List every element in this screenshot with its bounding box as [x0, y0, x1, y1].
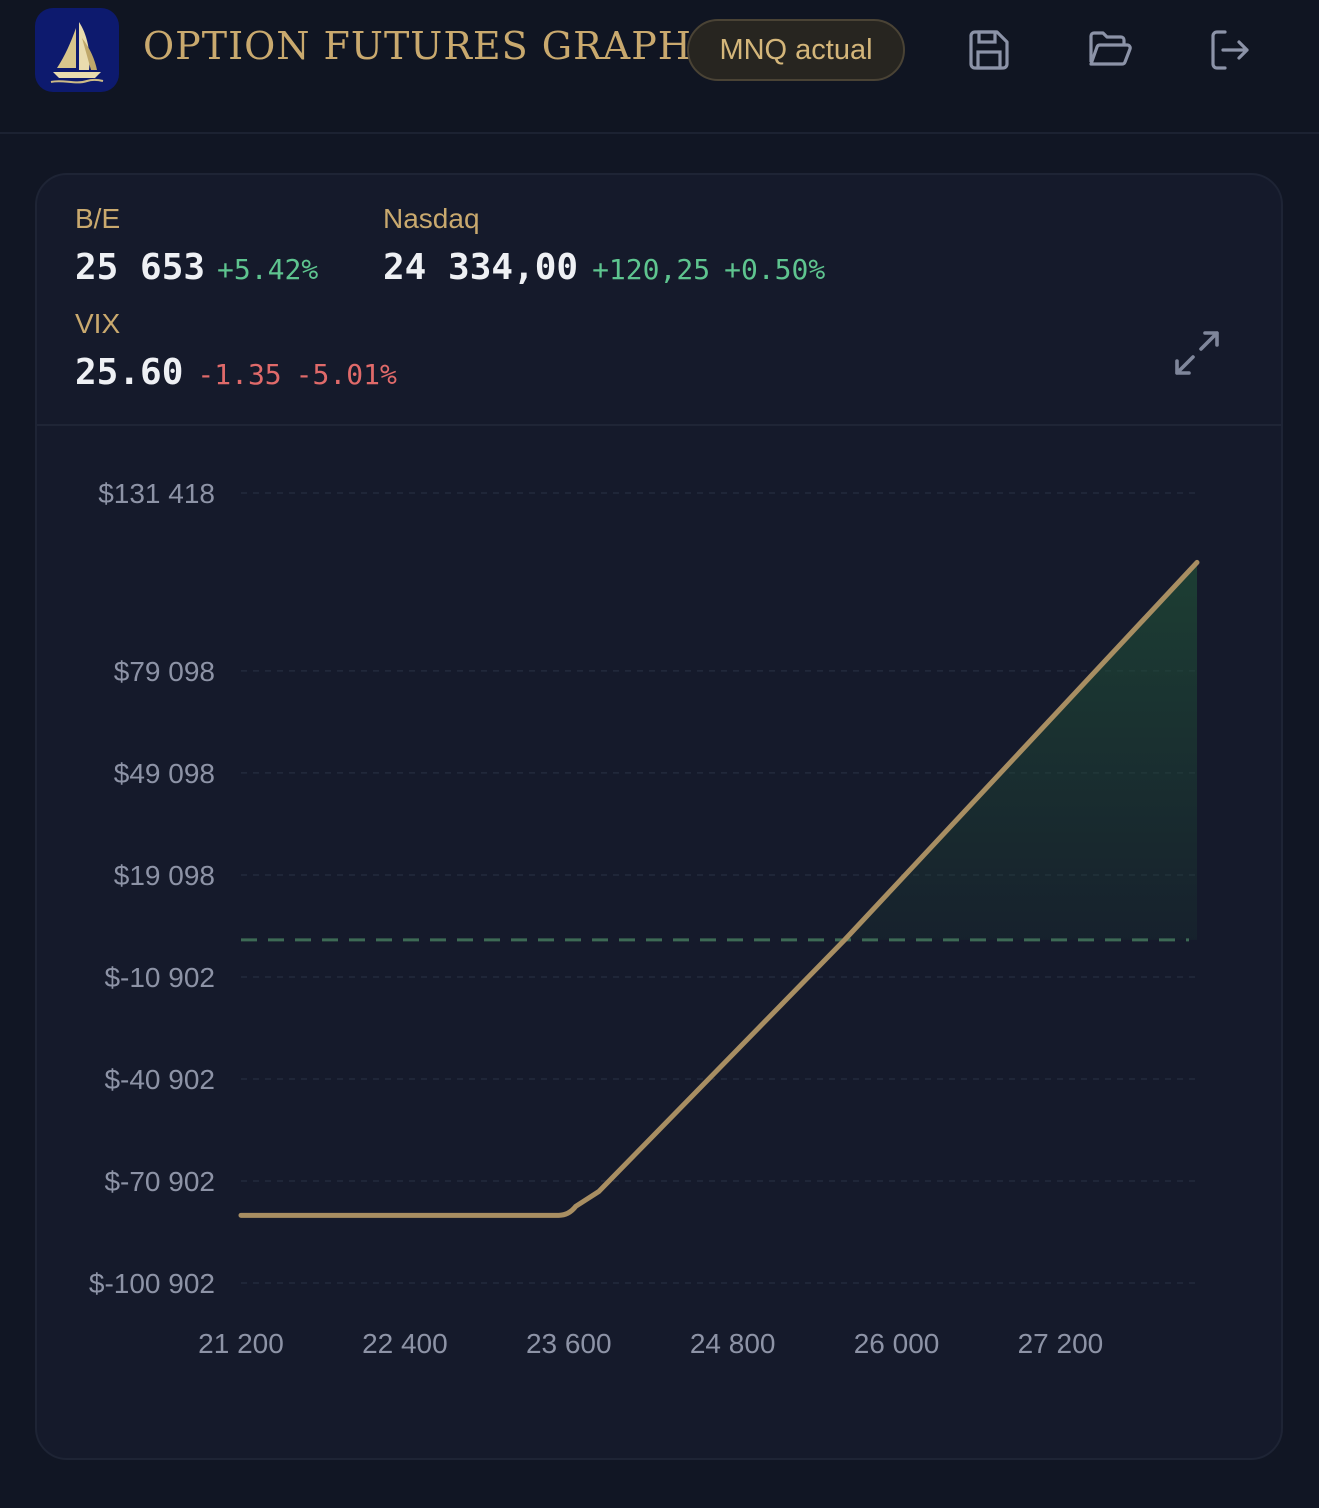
- save-icon: [969, 30, 1009, 70]
- save-button[interactable]: [961, 22, 1017, 78]
- y-tick-label: $-70 902: [104, 1166, 215, 1197]
- folder-open-icon: [1089, 31, 1132, 66]
- logout-icon: [1211, 30, 1249, 70]
- y-tick-label: $49 098: [114, 758, 215, 789]
- contract-badge[interactable]: MNQ actual: [687, 19, 905, 81]
- logout-button[interactable]: [1201, 22, 1257, 78]
- y-tick-label: $131 418: [98, 478, 215, 509]
- open-button[interactable]: [1081, 22, 1137, 78]
- app-header: OPTION FUTURES GRAPH MNQ actual: [0, 0, 1319, 134]
- x-tick-label: 24 800: [690, 1328, 776, 1359]
- x-tick-label: 22 400: [362, 1328, 448, 1359]
- x-tick-label: 27 200: [1018, 1328, 1104, 1359]
- payoff-card: B/E 25 653 +5.42% Nasdaq 24 334,00 +120,…: [35, 173, 1283, 1460]
- x-tick-label: 23 600: [526, 1328, 612, 1359]
- x-tick-label: 21 200: [198, 1328, 284, 1359]
- app-title: OPTION FUTURES GRAPH: [143, 24, 692, 68]
- y-tick-label: $-40 902: [104, 1064, 215, 1095]
- sailboat-logo-icon: [35, 8, 119, 92]
- y-tick-label: $-10 902: [104, 962, 215, 993]
- payoff-chart[interactable]: $131 418 $79 098 $49 098 $19 098 $-10 902 $-4…: [37, 175, 1283, 1460]
- y-tick-label: $79 098: [114, 656, 215, 687]
- x-tick-label: 26 000: [854, 1328, 940, 1359]
- y-tick-label: $19 098: [114, 860, 215, 891]
- y-tick-label: $-100 902: [89, 1268, 215, 1299]
